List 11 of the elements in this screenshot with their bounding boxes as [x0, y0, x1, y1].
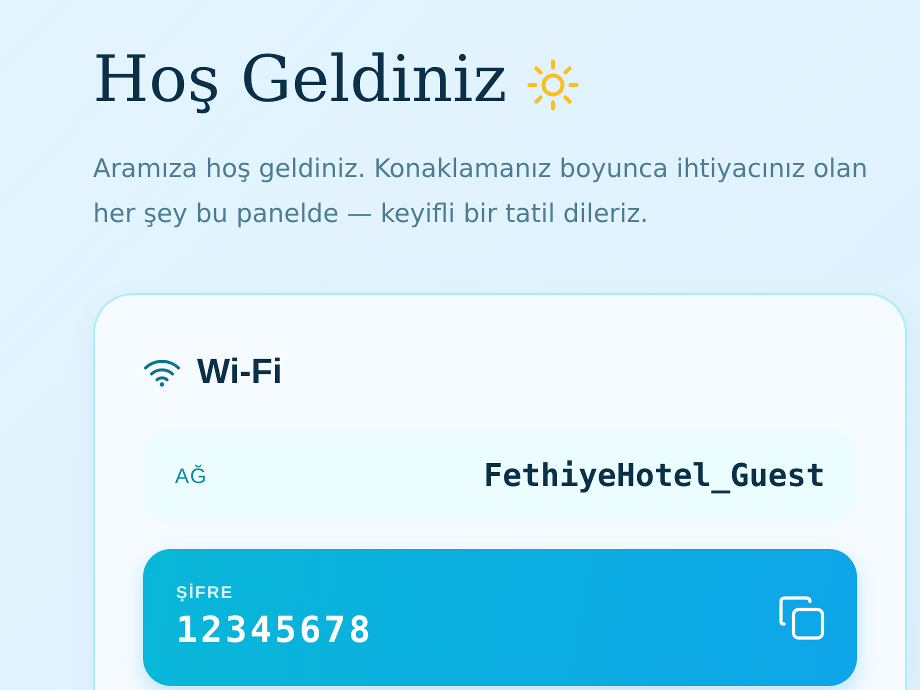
welcome-text: Aramıza hoş geldiniz. Konaklamanız boyunca ihtiyacınız olan her şey bu panelde — keyifli bir tatil dileriz. — [93, 153, 869, 232]
field-label: ŞİFRE — [176, 583, 235, 604]
password-value: 12345678 — [176, 609, 374, 653]
sun-icon — [526, 59, 579, 112]
page-title: Hoş Geldiniz — [93, 45, 507, 116]
card-title: Wi-Fi — [197, 351, 282, 394]
network-name: FethiyeHotel_Guest — [484, 457, 825, 496]
wifi-icon — [143, 357, 181, 388]
field-label: AĞ — [175, 464, 208, 490]
copy-button[interactable] — [779, 596, 825, 640]
copy-icon — [779, 596, 825, 640]
